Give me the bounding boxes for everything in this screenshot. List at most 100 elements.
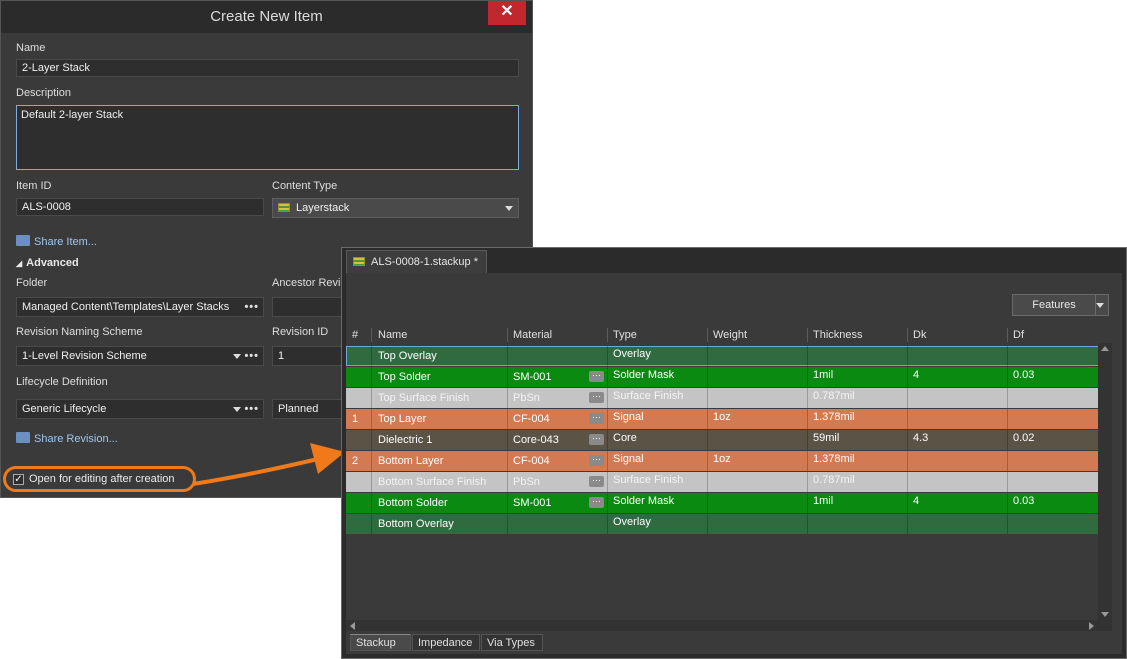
- cell-type[interactable]: Signal: [613, 453, 644, 465]
- table-row[interactable]: 1 Top Layer CF-004 Signal 1oz 1.378mil ···: [346, 409, 1108, 429]
- cell-name[interactable]: Dielectric 1: [378, 434, 432, 446]
- cell-divider: [507, 388, 508, 408]
- cell-divider: [607, 346, 608, 366]
- cell-thickness[interactable]: 0.787mil: [813, 390, 855, 402]
- cell-thickness[interactable]: 1mil: [813, 369, 833, 381]
- cell-weight[interactable]: 1oz: [713, 411, 731, 423]
- header-divider: [607, 328, 608, 342]
- cell-df[interactable]: 0.02: [1013, 432, 1034, 444]
- column-header-weight[interactable]: Weight: [713, 329, 747, 341]
- document-tab[interactable]: ALS-0008-1.stackup *: [346, 250, 488, 273]
- column-header-type[interactable]: Type: [613, 329, 637, 341]
- table-row[interactable]: 2 Bottom Layer CF-004 Signal 1oz 1.378mil ···: [346, 451, 1108, 471]
- cell-divider: [907, 388, 908, 408]
- material-browse-button[interactable]: ···: [589, 476, 604, 487]
- table-row[interactable]: Bottom Surface Finish PbSn Surface Finish 0…: [346, 472, 1108, 492]
- tab-via-types[interactable]: Via Types: [481, 634, 543, 651]
- table-row[interactable]: Bottom Solder SM-001 Solder Mask 1mil 4 0.03 ·…: [346, 493, 1108, 513]
- cell-divider: [1007, 388, 1008, 408]
- column-header-dk[interactable]: Dk: [913, 329, 926, 341]
- scroll-left-icon[interactable]: [350, 622, 355, 630]
- cell-divider: [907, 451, 908, 471]
- scroll-up-icon[interactable]: [1101, 346, 1109, 351]
- tab-impedance[interactable]: Impedance: [412, 634, 480, 651]
- tab-stackup[interactable]: Stackup: [350, 634, 411, 651]
- table-row[interactable]: Top Overlay Overlay: [346, 346, 1108, 366]
- cell-number[interactable]: 1: [352, 413, 358, 425]
- cell-divider: [807, 346, 808, 366]
- cell-name[interactable]: Bottom Solder: [378, 497, 448, 509]
- cell-divider: [507, 346, 508, 366]
- cell-material[interactable]: Core-043: [513, 434, 559, 446]
- cell-divider: [607, 367, 608, 387]
- table-row[interactable]: Dielectric 1 Core-043 Core 59mil 4.3 0.02 ···: [346, 430, 1108, 450]
- header-divider: [1007, 328, 1008, 342]
- cell-divider: [707, 430, 708, 450]
- material-browse-button[interactable]: ···: [589, 392, 604, 403]
- cell-divider: [507, 451, 508, 471]
- table-row[interactable]: Bottom Overlay Overlay: [346, 514, 1108, 534]
- cell-thickness[interactable]: 59mil: [813, 432, 839, 444]
- column-header-number[interactable]: #: [352, 329, 358, 341]
- scroll-down-icon[interactable]: [1101, 612, 1109, 617]
- cell-name[interactable]: Bottom Layer: [378, 455, 443, 467]
- material-browse-button[interactable]: ···: [589, 434, 604, 445]
- cell-thickness[interactable]: 1.378mil: [813, 411, 855, 423]
- table-row[interactable]: Top Solder SM-001 Solder Mask 1mil 4 0.03 ···: [346, 367, 1108, 387]
- cell-name[interactable]: Bottom Surface Finish: [378, 476, 486, 488]
- cell-weight[interactable]: 1oz: [713, 453, 731, 465]
- cell-type[interactable]: Signal: [613, 411, 644, 423]
- material-browse-button[interactable]: ···: [589, 497, 604, 508]
- cell-thickness[interactable]: 1.378mil: [813, 453, 855, 465]
- cell-material[interactable]: PbSn: [513, 392, 540, 404]
- cell-number[interactable]: 2: [352, 455, 358, 467]
- material-browse-button[interactable]: ···: [589, 455, 604, 466]
- cell-divider: [707, 367, 708, 387]
- cell-name[interactable]: Top Overlay: [378, 350, 437, 362]
- cell-name[interactable]: Top Layer: [378, 413, 426, 425]
- cell-material[interactable]: CF-004: [513, 413, 550, 425]
- cell-type[interactable]: Overlay: [613, 516, 651, 528]
- cell-divider: [507, 472, 508, 492]
- features-button[interactable]: Features: [1012, 294, 1109, 316]
- cell-name[interactable]: Bottom Overlay: [378, 518, 454, 530]
- cell-divider: [907, 430, 908, 450]
- cell-material[interactable]: CF-004: [513, 455, 550, 467]
- cell-type[interactable]: Solder Mask: [613, 495, 674, 507]
- column-header-df[interactable]: Df: [1013, 329, 1024, 341]
- cell-divider: [807, 430, 808, 450]
- cell-type[interactable]: Overlay: [613, 348, 651, 360]
- cell-type[interactable]: Surface Finish: [613, 390, 683, 402]
- scroll-right-icon[interactable]: [1089, 622, 1094, 630]
- column-header-material[interactable]: Material: [513, 329, 552, 341]
- cell-dk[interactable]: 4: [913, 369, 919, 381]
- horizontal-scrollbar[interactable]: [346, 620, 1112, 631]
- cell-divider: [607, 388, 608, 408]
- material-browse-button[interactable]: ···: [589, 413, 604, 424]
- cell-divider: [1007, 514, 1008, 534]
- cell-material[interactable]: SM-001: [513, 497, 552, 509]
- header-divider: [371, 328, 372, 342]
- cell-dk[interactable]: 4: [913, 495, 919, 507]
- vertical-scrollbar[interactable]: [1098, 343, 1112, 621]
- cell-divider: [907, 472, 908, 492]
- cell-name[interactable]: Top Surface Finish: [378, 392, 469, 404]
- cell-dk[interactable]: 4.3: [913, 432, 928, 444]
- cell-type[interactable]: Surface Finish: [613, 474, 683, 486]
- cell-type[interactable]: Solder Mask: [613, 369, 674, 381]
- cell-divider: [607, 472, 608, 492]
- cell-material[interactable]: SM-001: [513, 371, 552, 383]
- cell-material[interactable]: PbSn: [513, 476, 540, 488]
- cell-type[interactable]: Core: [613, 432, 637, 444]
- chevron-down-icon[interactable]: [1096, 303, 1104, 308]
- cell-df[interactable]: 0.03: [1013, 369, 1034, 381]
- table-row[interactable]: Top Surface Finish PbSn Surface Finish 0.78…: [346, 388, 1108, 408]
- cell-df[interactable]: 0.03: [1013, 495, 1034, 507]
- material-browse-button[interactable]: ···: [589, 371, 604, 382]
- cell-thickness[interactable]: 1mil: [813, 495, 833, 507]
- cell-name[interactable]: Top Solder: [378, 371, 431, 383]
- cell-divider: [607, 430, 608, 450]
- column-header-thickness[interactable]: Thickness: [813, 329, 863, 341]
- column-header-name[interactable]: Name: [378, 329, 407, 341]
- cell-thickness[interactable]: 0.787mil: [813, 474, 855, 486]
